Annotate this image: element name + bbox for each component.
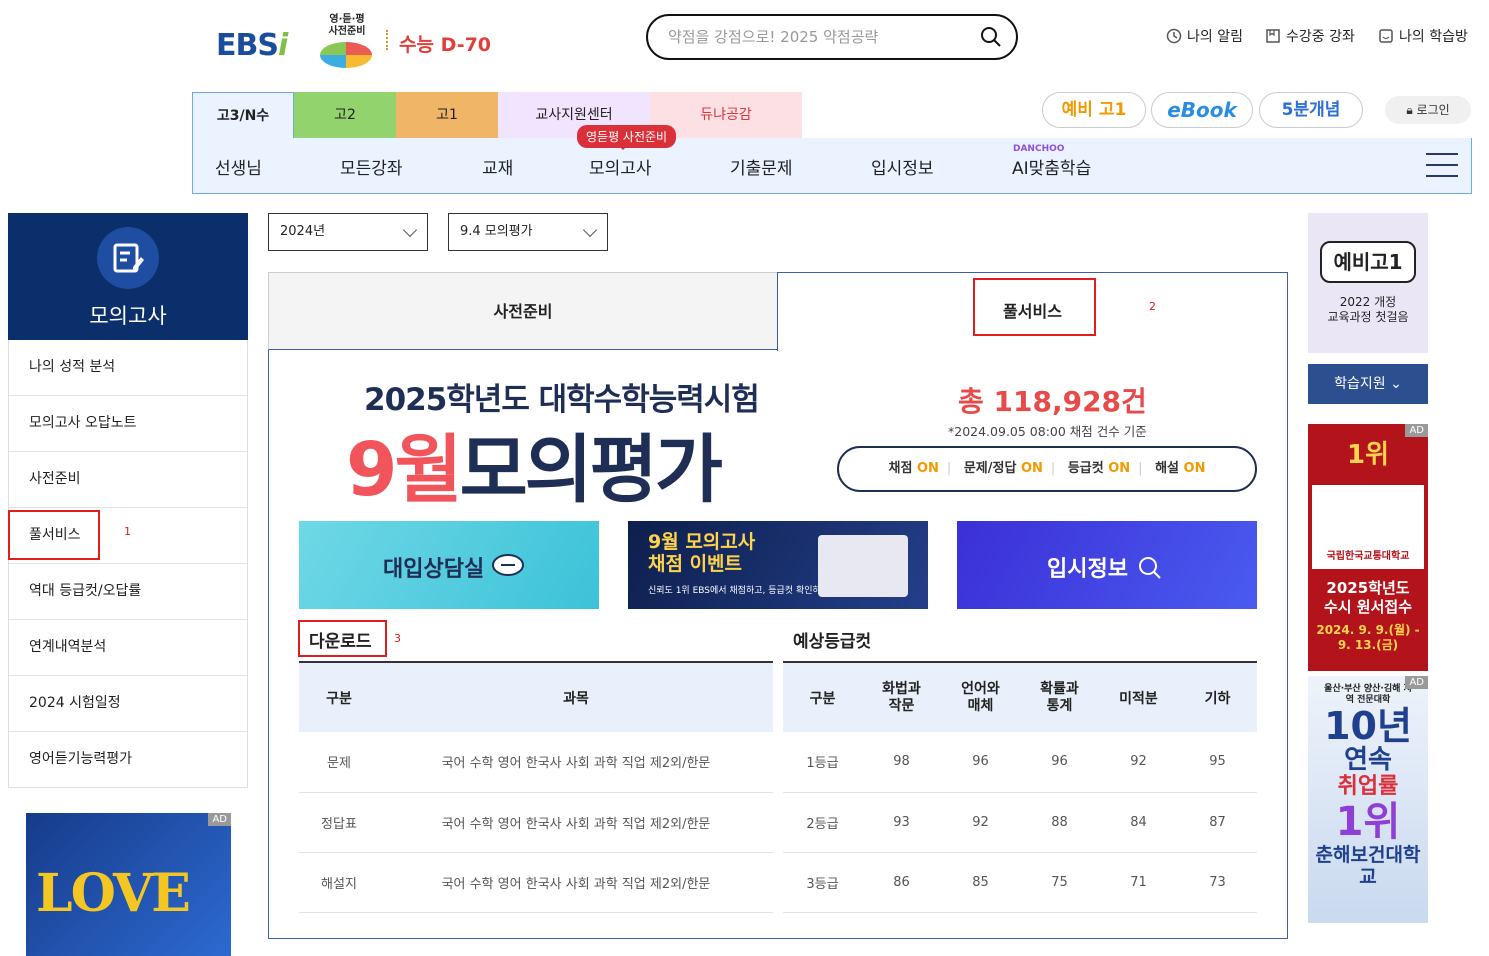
year-select[interactable]: 2024년 [268,213,428,251]
my-courses-link[interactable]: 수강중 강좌 [1265,26,1355,46]
table-row: 문제 국어 수학 영어 한국사 사회 과학 직업 제2외/한문 [299,732,773,793]
magnifier-icon [1139,557,1161,579]
university-ad-2[interactable]: AD 울산·부산 양산·김해 지역 전문대학 10년 연속 취업률 1위 춘해보… [1308,676,1428,923]
login-button[interactable]: 🔒︎ 로그인 [1385,96,1471,124]
nav-mock-exam[interactable]: 모의고사 [589,154,652,179]
table-row: 해설지 국어 수학 영어 한국사 사회 과학 직업 제2외/한문 [299,852,773,913]
admission-info-banner[interactable]: 입시정보 [957,521,1257,609]
grading-event-banner[interactable]: 9월 모의고사 채점 이벤트 신뢰도 1위 EBS에서 채점하고, 등급컷 확인하… [628,521,928,609]
danchoo-tag: DANCHOO [1013,144,1065,154]
hamburger-menu-icon[interactable] [1426,153,1458,179]
subjects-links[interactable]: 국어 수학 영어 한국사 사회 과학 직업 제2외/한문 [379,792,773,853]
tab-prep[interactable]: 사전준비 [268,272,778,350]
service-status-box: 채점 ON | 문제/정답 ON | 등급컷 ON | 해설 ON [837,446,1257,492]
laptop-image [818,535,908,597]
bookmark-icon [1266,29,1280,43]
table-row: 2등급 93 92 88 84 87 [783,792,1257,853]
tab-grade1[interactable]: 고1 [396,92,498,138]
table-header-row: 구분 화법과 작문 언어와 매체 확률과 통계 미적분 기하 [783,661,1257,732]
tab-grade2[interactable]: 고2 [294,92,396,138]
highlight-box-1 [8,510,100,560]
event-logo-icon [320,42,372,68]
event-logo-label: 영·듣·평 사전준비 [328,14,366,37]
table-header-row: 구분 과목 [299,661,773,732]
nav-textbooks[interactable]: 교재 [482,154,513,179]
smile-icon [1379,29,1393,43]
counsel-banner[interactable]: 대입상담실 [299,521,599,609]
sidebar-item-listening[interactable]: 영어듣기능력평가 [9,732,247,788]
cutoff-title: 예상등급컷 [793,632,872,652]
tab-grade3[interactable]: 고3/N수 [192,92,294,138]
dday-counter: 수능 D-70 [399,34,492,56]
mock-badge[interactable]: 영듣평 사전준비 [577,125,677,150]
chat-bubble-icon [492,554,524,576]
grading-count: 총 118,928건 [958,385,1147,418]
university-ad-1[interactable]: AD 1위 국립한국교통대학교 2025학년도 수시 원서접수 2024. 9. … [1308,424,1428,671]
download-table: 구분 과목 문제 국어 수학 영어 한국사 사회 과학 직업 제2외/한문 정답… [299,661,773,913]
sidebar-item-linkage[interactable]: 연계내역분석 [9,620,247,676]
chevron-down-icon: ⌄ [1390,376,1402,392]
sidebar-item-prep[interactable]: 사전준비 [9,452,247,508]
sidebar-item-schedule[interactable]: 2024 시험일정 [9,676,247,732]
left-ad-banner[interactable]: LOVE AD [26,813,231,956]
sidebar-title: 모의고사 [89,304,167,328]
nav-admissions[interactable]: 입시정보 [871,154,934,179]
divider [386,30,388,50]
highlight-box-3 [298,620,387,657]
sidebar-item-score-analysis[interactable]: 나의 성적 분석 [9,340,247,396]
exam-select[interactable]: 9.4 모의평가 [448,213,608,251]
search-icon[interactable] [980,26,1002,48]
five-min-concept-button[interactable]: 5분개념 [1259,92,1363,128]
my-alerts-link[interactable]: 나의 알림 [1166,26,1243,46]
sidebar-item-cutoff-history[interactable]: 역대 등급컷/오답률 [9,564,247,620]
table-row: 1등급 98 96 96 92 95 [783,732,1257,793]
nav-teachers[interactable]: 선생님 [215,154,262,179]
lock-icon: 🔒︎ [1406,103,1413,117]
sidebar-menu: 나의 성적 분석 모의고사 오답노트 사전준비 풀서비스 역대 등급컷/오답률 … [8,340,248,788]
nav-ai-learning[interactable]: AI맞춤학습 [1012,154,1091,179]
sidebar-header: 모의고사 [8,213,248,340]
table-row: 정답표 국어 수학 영어 한국사 사회 과학 직업 제2외/한문 [299,792,773,853]
annotation-1: 1 [124,525,131,538]
clock-icon [1166,28,1182,44]
annotation-2: 2 [1149,300,1156,313]
table-row: 3등급 86 85 75 71 73 [783,852,1257,913]
highlight-box-2 [973,278,1096,336]
chevron-down-icon [582,222,598,238]
subjects-links[interactable]: 국어 수학 영어 한국사 사회 과학 직업 제2외/한문 [379,732,773,793]
search-input[interactable] [668,26,968,48]
nav-past-exams[interactable]: 기출문제 [730,154,793,179]
ebook-button[interactable]: eBook [1151,92,1253,128]
learning-support-button[interactable]: 학습지원 ⌄ [1308,364,1428,404]
main-nav: 선생님 모든강좌 교재 모의고사 기출문제 입시정보 AI맞춤학습 DANCHO… [192,138,1472,194]
annotation-3: 3 [394,632,401,645]
pre-high1-ad[interactable]: 예비고1 2022 개정 교육과정 첫걸음 [1308,213,1428,353]
sidebar-item-wrong-note[interactable]: 모의고사 오답노트 [9,396,247,452]
pre-high1-button[interactable]: 예비 고1 [1042,92,1146,128]
banner-title: 9월모의평가 [346,427,723,513]
search-box[interactable] [646,14,1018,60]
nav-all-courses[interactable]: 모든강좌 [340,154,403,179]
cutoff-table: 구분 화법과 작문 언어와 매체 확률과 통계 미적분 기하 1등급 98 96 96… [783,661,1257,913]
subjects-links[interactable]: 국어 수학 영어 한국사 사회 과학 직업 제2외/한문 [379,852,773,913]
my-study-room-link[interactable]: 나의 학습방 [1378,26,1468,46]
ebsi-logo[interactable]: EBSi 영·듣·평 사전준비 [216,14,386,74]
chevron-down-icon [402,222,418,238]
edit-note-icon [97,227,159,289]
grading-count-note: *2024.09.05 08:00 채점 건수 기준 [948,424,1147,439]
